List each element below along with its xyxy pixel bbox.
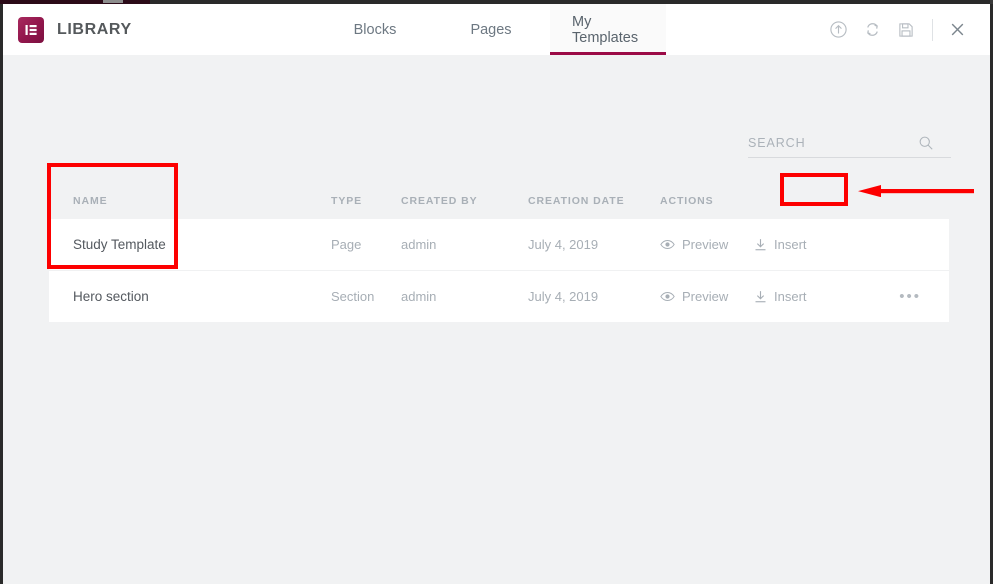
- search-row: [748, 135, 951, 158]
- row-type: Page: [331, 237, 362, 252]
- insert-label: Insert: [774, 289, 807, 304]
- preview-label: Preview: [682, 289, 729, 304]
- column-header-actions: ACTIONS: [660, 195, 714, 207]
- table-row[interactable]: Hero section Section admin July 4, 2019: [49, 271, 949, 322]
- preview-label: Preview: [682, 237, 729, 252]
- sync-library-icon[interactable]: [855, 15, 889, 45]
- table-header-row: NAME TYPE CREATED BY CREATION DATE ACTIO…: [49, 183, 949, 219]
- eye-icon: [660, 239, 675, 250]
- row-name: Study Template: [73, 237, 166, 252]
- preview-button[interactable]: Preview: [660, 237, 748, 252]
- column-header-type: TYPE: [331, 195, 363, 207]
- library-header: LIBRARY Blocks Pages My Templates: [3, 4, 990, 55]
- column-header-created-by: CREATED BY: [401, 195, 478, 207]
- screen-root: LIBRARY Blocks Pages My Templates SEARCH…: [0, 0, 993, 584]
- templates-table: NAME TYPE CREATED BY CREATION DATE ACTIO…: [49, 183, 949, 322]
- row-created-by: admin: [401, 289, 437, 304]
- library-tabs: Blocks Pages My Templates: [318, 4, 666, 55]
- save-template-icon[interactable]: [889, 15, 923, 45]
- preview-button[interactable]: Preview: [660, 289, 748, 304]
- header-divider: [932, 18, 933, 41]
- search-container: [748, 135, 951, 158]
- row-creation-date: July 4, 2019: [528, 289, 599, 304]
- library-modal: LIBRARY Blocks Pages My Templates SEARCH…: [3, 4, 990, 584]
- row-created-by: admin: [401, 237, 437, 252]
- insert-button[interactable]: Insert: [754, 237, 840, 252]
- row-type: Section: [331, 289, 375, 304]
- tab-blocks[interactable]: Blocks: [318, 4, 432, 55]
- row-actions: Preview Insert: [660, 289, 949, 304]
- header-spacer: [666, 4, 821, 55]
- import-template-icon[interactable]: [821, 15, 855, 45]
- insert-button[interactable]: Insert: [754, 289, 840, 304]
- download-icon: [754, 238, 767, 252]
- column-header-creation-date: CREATION DATE: [528, 195, 625, 207]
- tab-pages-label: Pages: [470, 21, 512, 38]
- tab-blocks-label: Blocks: [353, 21, 397, 38]
- elementor-logo-icon: [18, 16, 44, 43]
- tab-my-templates[interactable]: My Templates: [550, 4, 666, 55]
- column-header-name: NAME: [73, 195, 108, 207]
- tab-my-templates-label: My Templates: [572, 13, 639, 46]
- close-library-icon[interactable]: [942, 15, 972, 45]
- row-creation-date: July 4, 2019: [528, 237, 599, 252]
- more-options-icon[interactable]: •••: [899, 289, 921, 304]
- library-title: LIBRARY: [57, 20, 132, 38]
- download-icon: [754, 290, 767, 304]
- library-header-actions: [821, 4, 990, 55]
- insert-label: Insert: [774, 237, 807, 252]
- search-icon[interactable]: [918, 135, 934, 151]
- row-name: Hero section: [73, 289, 149, 304]
- library-brand: LIBRARY: [3, 4, 318, 55]
- library-content: NAME TYPE CREATED BY CREATION DATE ACTIO…: [3, 55, 990, 584]
- tab-pages[interactable]: Pages: [432, 4, 550, 55]
- eye-icon: [660, 291, 675, 302]
- top-strip-dots: [103, 0, 123, 3]
- row-actions: Preview Insert: [660, 237, 949, 252]
- table-row[interactable]: Study Template Page admin July 4, 2019 P…: [49, 219, 949, 271]
- search-input[interactable]: [748, 136, 918, 150]
